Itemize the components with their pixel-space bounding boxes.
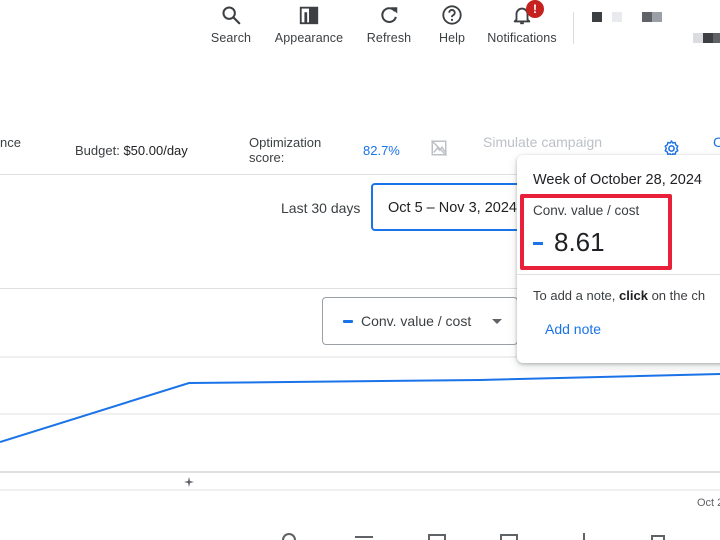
highlight-annotation-box xyxy=(520,194,672,270)
x-axis-tick-label: Oct 2 xyxy=(697,497,720,509)
appearance-label: Appearance xyxy=(274,31,344,45)
performance-chart[interactable] xyxy=(0,350,720,500)
simulate-campaign-label[interactable]: Simulate campaign xyxy=(483,134,602,150)
optimization-score-label: Optimization score: xyxy=(249,135,321,165)
appearance-icon xyxy=(299,6,319,25)
image-off-icon xyxy=(430,139,448,157)
date-range-value: Oct 5 – Nov 3, 2024 xyxy=(388,200,517,216)
optimization-label-line1: Optimization xyxy=(249,135,322,150)
note-bold: click xyxy=(619,288,648,303)
account-avatar-fragment xyxy=(652,12,662,22)
note-prefix: To add a note, xyxy=(533,288,616,303)
account-avatar-fragment xyxy=(703,33,713,43)
help-label: Help xyxy=(438,31,466,45)
refresh-icon xyxy=(381,7,398,23)
account-avatar-fragment xyxy=(693,33,703,43)
budget-info: Budget: $50.00/day xyxy=(75,143,188,158)
date-preset-label: Last 30 days xyxy=(281,200,361,216)
account-avatar-fragment xyxy=(592,12,602,22)
budget-value: $50.00/day xyxy=(123,143,188,158)
metric-selector-dropdown[interactable]: Conv. value / cost xyxy=(322,297,518,345)
bottom-add-icon[interactable] xyxy=(500,534,518,540)
notifications-label: Notifications xyxy=(487,31,557,45)
dropdown-arrow-icon xyxy=(492,319,502,324)
refresh-tool[interactable]: Refresh xyxy=(364,0,414,50)
refresh-label: Refresh xyxy=(366,31,412,45)
search-icon xyxy=(222,6,241,25)
tooltip-week-label: Week of October 28, 2024 xyxy=(533,172,703,188)
account-avatar-fragment xyxy=(713,33,720,43)
bottom-search-icon[interactable] xyxy=(282,533,296,540)
account-avatar-fragment xyxy=(642,12,652,22)
notifications-tool[interactable]: Notifications xyxy=(483,0,561,50)
optimization-score-value[interactable]: 82.7% xyxy=(363,143,400,158)
help-icon xyxy=(442,5,462,25)
bottom-table-icon[interactable] xyxy=(428,534,446,540)
add-note-button[interactable]: Add note xyxy=(545,321,601,337)
series-color-swatch xyxy=(343,320,353,323)
campaign-status-label: nce xyxy=(0,135,21,150)
campaign-overview-screen: Search Appearance Refresh Help Notificat… xyxy=(0,0,720,540)
series-line-conv-value-per-cost xyxy=(0,373,720,443)
bottom-expand-icon[interactable] xyxy=(651,535,665,540)
sparkle-icon xyxy=(184,477,194,487)
help-tool[interactable]: Help xyxy=(433,0,471,50)
budget-label: Budget: xyxy=(75,143,120,158)
search-label: Search xyxy=(210,31,252,45)
note-suffix: on the ch xyxy=(651,288,706,303)
tooltip-note-instructions: To add a note, click on the ch xyxy=(533,288,705,303)
search-tool[interactable]: Search xyxy=(207,0,255,50)
account-avatar-fragment xyxy=(612,12,622,22)
toolbar-divider xyxy=(573,12,574,44)
metric-selector-label: Conv. value / cost xyxy=(361,313,472,329)
tooltip-divider xyxy=(517,274,720,275)
partial-link[interactable]: C xyxy=(713,134,720,150)
appearance-tool[interactable]: Appearance xyxy=(272,0,346,50)
optimization-label-line2: score: xyxy=(249,150,285,165)
date-range-picker[interactable]: Oct 5 – Nov 3, 2024 xyxy=(371,183,531,231)
bottom-menu-icon[interactable] xyxy=(355,536,373,538)
notification-alert-badge: ! xyxy=(526,0,544,18)
bottom-download-icon[interactable] xyxy=(583,533,585,540)
